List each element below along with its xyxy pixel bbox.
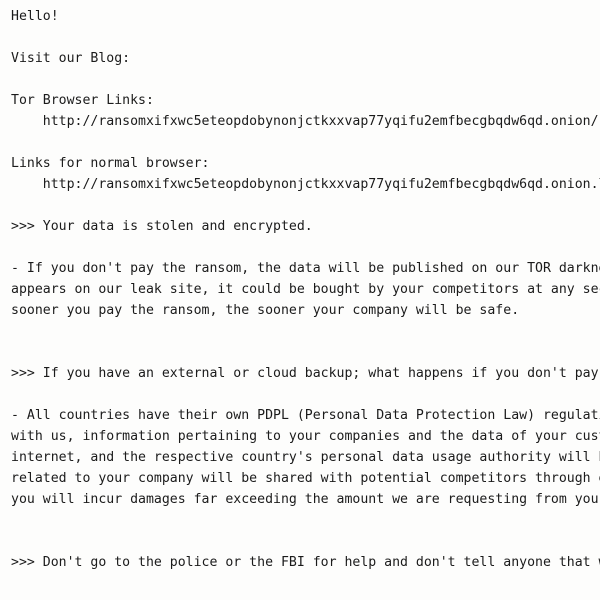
text-line-visit-blog-heading: Visit our Blog: [11, 51, 131, 66]
text-line-backup-heading: >>> If you have an external or cloud bac… [11, 366, 600, 381]
text-line-pdpl-para-line-5: you will incur damages far exceeding the… [11, 492, 600, 507]
text-line-ransom-para-line-2: appears on our leak site, it could be bo… [11, 282, 600, 297]
ransom-note-document: Hello! Visit our Blog: Tor Browser Links: … [0, 0, 600, 600]
text-line-greeting: Hello! [11, 9, 59, 24]
text-line-pdpl-para-line-4: related to your company will be shared w… [11, 471, 600, 486]
text-line-pdpl-para-line-1: - All countries have their own PDPL (Per… [11, 408, 600, 423]
text-line-tor-link-url: http://ransomxifxwc5eteopdobynonjctkxxva… [11, 114, 599, 129]
text-line-ransom-para-line-3: sooner you pay the ransom, the sooner yo… [11, 303, 520, 318]
text-line-pdpl-para-line-3: internet, and the respective country's p… [11, 450, 600, 465]
text-line-normal-link-url: http://ransomxifxwc5eteopdobynonjctkxxva… [11, 177, 600, 192]
text-line-normal-links-heading: Links for normal browser: [11, 156, 210, 171]
text-line-police-heading: >>> Don't go to the police or the FBI fo… [11, 555, 600, 570]
text-line-tor-links-heading: Tor Browser Links: [11, 93, 154, 108]
text-line-stolen-heading: >>> Your data is stolen and encrypted. [11, 219, 313, 234]
text-line-ransom-para-line-1: - If you don't pay the ransom, the data … [11, 261, 600, 276]
text-line-pdpl-para-line-2: with us, information pertaining to your … [11, 429, 600, 444]
